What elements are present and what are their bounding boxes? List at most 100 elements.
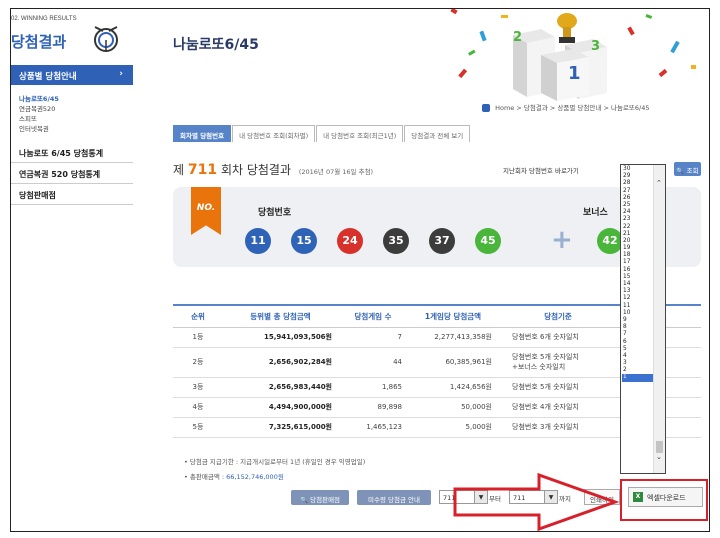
dropdown-option[interactable]: 3: [622, 360, 654, 367]
dropdown-option[interactable]: 10: [622, 310, 654, 317]
tab-all-results[interactable]: 당첨결과 전체 보기: [404, 125, 471, 142]
sidebar-sub-speetto[interactable]: 스피또: [19, 113, 37, 123]
dropdown-option[interactable]: 19: [622, 245, 654, 252]
dropdown-option[interactable]: 12: [622, 295, 654, 302]
per-cell: 1,424,656원: [408, 377, 498, 398]
search-button-label: 조회: [686, 167, 699, 175]
sidebar-sub-lotto645[interactable]: 나눔로또6/45: [19, 93, 59, 103]
dropdown-option[interactable]: 30: [622, 166, 654, 173]
dropdown-option[interactable]: 2: [622, 367, 654, 374]
breadcrumb-results[interactable]: 당첨결과: [524, 104, 548, 112]
dropdown-option[interactable]: 18: [622, 252, 654, 259]
criteria-text: 당첨번호 4개 숫자일치: [512, 403, 579, 411]
sidebar: 02. WINNING RESULTS 당첨결과 상품별 당첨안내 › 나눔로또…: [11, 9, 133, 531]
criteria-text: 당첨번호 6개 숫자일치: [512, 333, 579, 341]
dropdown-option[interactable]: 6: [622, 339, 654, 346]
dropdown-option[interactable]: 4: [622, 353, 654, 360]
prev-round-label: 지난회차 당첨번호 바로가기: [503, 167, 579, 175]
dropdown-option[interactable]: 22: [622, 224, 654, 231]
round-date: (2016년 07월 16일 추첨): [298, 168, 374, 176]
breadcrumb-product[interactable]: 상품별 당첨안내: [557, 104, 601, 112]
scroll-thumb[interactable]: [656, 441, 663, 453]
per-cell: 50,000원: [408, 397, 498, 418]
podium-first-number: 1: [568, 63, 581, 84]
dropdown-option[interactable]: 27: [622, 188, 654, 195]
dropdown-scrollbar[interactable]: ⌃ ⌄: [653, 165, 665, 473]
unclaimed-prize-button[interactable]: 미수령 당첨금 안내: [357, 490, 431, 505]
dropdown-option[interactable]: 14: [622, 281, 654, 288]
round-heading: 제 711 회차 당첨결과 (2016년 07월 16일 추첨): [173, 161, 373, 178]
dropdown-option[interactable]: 20: [622, 238, 654, 245]
payout-deadline-text: 당첨금 지급기한 : 지급개시일로부터 1년 (휴일인 경우 익영업일): [189, 458, 366, 466]
dropdown-option[interactable]: 11: [622, 303, 654, 310]
chevron-right-icon: ›: [119, 69, 123, 79]
bonus-number-label: 보너스: [583, 208, 608, 218]
dropdown-option[interactable]: 16: [622, 267, 654, 274]
page-title: 나눔로또6/45: [173, 37, 259, 53]
rank-cell: 2등: [173, 347, 223, 378]
round-dropdown-list[interactable]: 30 29 28 27 26 25 24 23 22 21 20 19 18 17 16 15 14 13 12 11…: [620, 164, 666, 474]
search-button[interactable]: 🔍 조회: [674, 162, 701, 176]
scroll-down-icon[interactable]: ⌄: [656, 453, 662, 461]
dropdown-options: 30 29 28 27 26 25 24 23 22 21 20 19 18 17 16 15 14 13 12 11…: [622, 166, 654, 382]
dropdown-option[interactable]: 5: [622, 346, 654, 353]
dropdown-option[interactable]: 25: [622, 202, 654, 209]
rank-cell: 1등: [173, 327, 223, 348]
dropdown-option[interactable]: 29: [622, 173, 654, 180]
medal-icon: [94, 26, 118, 52]
criteria-cell: 당첨번호 5개 숫자일치: [498, 377, 618, 398]
total-cell: 7,325,615,000원: [223, 417, 338, 438]
round-prefix: 제: [173, 163, 185, 177]
total-cell: 4,494,900,000원: [223, 397, 338, 418]
criteria-cell: 당첨번호 3개 숫자일치: [498, 417, 618, 438]
dropdown-option[interactable]: 24: [622, 209, 654, 216]
winning-ball: 35: [383, 228, 409, 254]
sidebar-item-pension-stats[interactable]: 연금복권 520 당첨통계: [11, 164, 133, 184]
podium-second-number: 2: [513, 30, 523, 45]
winning-stores-button[interactable]: 🔍 당첨판매점: [291, 490, 349, 505]
dropdown-option[interactable]: 7: [622, 331, 654, 338]
highlight-frame: [620, 479, 708, 521]
per-cell: 2,277,413,358원: [408, 327, 498, 348]
podium-illustration: [450, 9, 696, 101]
breadcrumb-current: 나눔로또6/45: [610, 104, 650, 112]
dropdown-option[interactable]: 28: [622, 180, 654, 187]
dropdown-option[interactable]: 15: [622, 274, 654, 281]
winning-ball: 37: [429, 228, 455, 254]
total-cell: 2,656,902,284원: [223, 347, 338, 378]
dropdown-option[interactable]: 21: [622, 231, 654, 238]
breadcrumb-separator: >: [516, 104, 522, 112]
dropdown-option[interactable]: 8: [622, 324, 654, 331]
scroll-up-icon[interactable]: ⌃: [656, 179, 662, 187]
plus-icon: +: [551, 225, 573, 255]
winning-ball: 11: [245, 228, 271, 254]
dropdown-option[interactable]: 9: [622, 317, 654, 324]
tab-my-numbers-round[interactable]: 내 당첨번호 조회(회차별): [232, 125, 316, 142]
breadcrumb-home[interactable]: Home: [495, 104, 514, 112]
dropdown-option[interactable]: 1: [622, 374, 654, 382]
sidebar-sub-internet[interactable]: 인터넷복권: [19, 123, 49, 133]
count-cell: 1,465,123: [338, 417, 408, 438]
criteria-cell: 당첨번호 6개 숫자일치: [498, 327, 618, 348]
sidebar-sub-pension520[interactable]: 연금복권520: [19, 103, 55, 113]
tab-by-round[interactable]: 회차별 당첨번호: [173, 125, 232, 142]
dropdown-option[interactable]: 23: [622, 216, 654, 223]
dropdown-option[interactable]: 26: [622, 195, 654, 202]
sidebar-item-product-results[interactable]: 상품별 당첨안내 ›: [11, 65, 133, 85]
header-criteria: 당첨기준: [498, 304, 618, 328]
dropdown-option[interactable]: 17: [622, 259, 654, 266]
breadcrumb-separator: >: [603, 104, 609, 112]
tab-my-numbers-year[interactable]: 내 당첨번호 조회(최근1년): [316, 125, 404, 142]
sidebar-item-lotto-stats[interactable]: 나눔로또 6/45 당첨통계: [11, 143, 133, 163]
dropdown-option[interactable]: 13: [622, 288, 654, 295]
home-icon: [482, 104, 490, 112]
page-frame: 2 3 1 02. WINNING RESULTS 당첨결과 상품별 당첨안내 …: [10, 8, 710, 532]
sidebar-item-stores[interactable]: 당첨판매점: [11, 185, 133, 205]
sidebar-eng-title: 02. WINNING RESULTS: [11, 16, 77, 22]
sidebar-title: 당첨결과: [11, 33, 67, 51]
winning-numbers-label: 당첨번호: [258, 208, 292, 218]
breadcrumb: Home > 당첨결과 > 상품별 당첨안내 > 나눔로또6/45: [482, 102, 650, 112]
criteria-text: 당첨번호 5개 숫자일치: [512, 353, 579, 361]
header-win-count: 당첨게임 수: [338, 304, 408, 328]
total-sales-note: • 총판매금액 : 66,152,746,000원: [184, 473, 284, 481]
